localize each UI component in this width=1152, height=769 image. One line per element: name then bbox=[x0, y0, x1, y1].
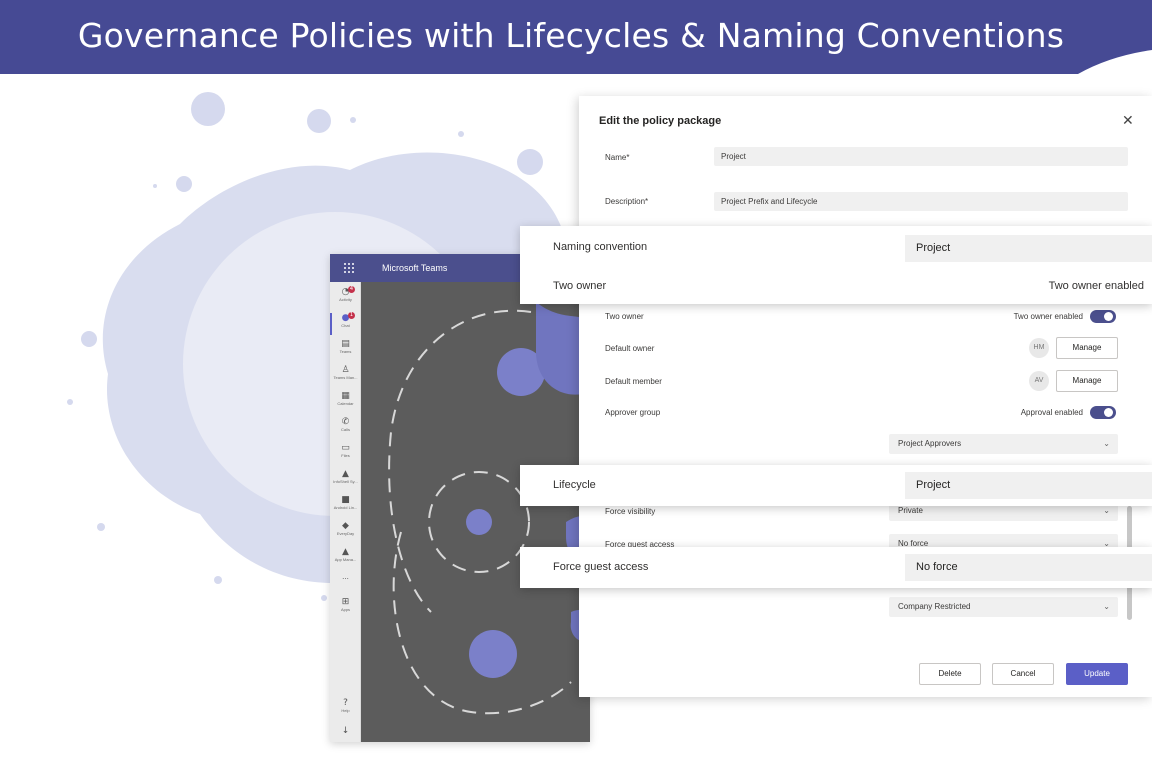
avatar: AV bbox=[1029, 371, 1049, 391]
manage-member-button[interactable]: Manage bbox=[1056, 370, 1118, 392]
two-owner-callout-label: Two owner bbox=[553, 280, 607, 292]
two-owner-label: Two owner bbox=[605, 312, 644, 321]
app-icon: ■ bbox=[341, 495, 350, 505]
rail-item-chat[interactable]: ● 1 Chat bbox=[330, 312, 361, 336]
teams-icon: ▤ bbox=[341, 339, 350, 349]
rail-label: Help bbox=[341, 708, 350, 713]
edit-policy-dialog: Edit the policy package ✕ Name* Project … bbox=[579, 96, 1152, 697]
force-guest-access-callout-value[interactable]: No force bbox=[905, 554, 1152, 581]
rail-label: App Mana... bbox=[334, 557, 357, 562]
description-label: Description* bbox=[605, 197, 649, 206]
app-icon: ◆ bbox=[342, 521, 349, 531]
rail-label: Teams Man... bbox=[333, 375, 358, 380]
rail-item-teams[interactable]: ▤ Teams bbox=[330, 338, 361, 362]
phone-icon: ✆ bbox=[341, 417, 350, 427]
calendar-icon: ▦ bbox=[341, 391, 350, 401]
approver-dropdown-value: Project Approvers bbox=[898, 439, 962, 448]
approval-toggle-label: Approval enabled bbox=[1020, 408, 1083, 417]
naming-convention-callout: Naming convention Project Two owner Two … bbox=[520, 226, 1152, 304]
two-owner-toggle[interactable] bbox=[1090, 310, 1116, 323]
rail-label: Apps bbox=[340, 607, 351, 612]
manage-owner-button[interactable]: Manage bbox=[1056, 337, 1118, 359]
chevron-down-icon: ⌄ bbox=[1103, 602, 1110, 611]
close-icon[interactable]: ✕ bbox=[1122, 113, 1134, 127]
name-label: Name* bbox=[605, 153, 630, 162]
approver-group-label: Approver group bbox=[605, 408, 661, 417]
rail-label: Calendar bbox=[337, 401, 354, 406]
cancel-button[interactable]: Cancel bbox=[992, 663, 1054, 685]
more-icon: ... bbox=[342, 572, 349, 581]
title-banner: Governance Policies with Lifecycles & Na… bbox=[0, 0, 1152, 74]
rail-label: EveryDay bbox=[336, 531, 355, 536]
file-icon: ▭ bbox=[341, 443, 350, 453]
dialog-title: Edit the policy package bbox=[599, 115, 722, 127]
update-button[interactable]: Update bbox=[1066, 663, 1128, 685]
slide: Governance Policies with Lifecycles & Na… bbox=[0, 0, 1152, 769]
two-owner-toggle-label: Two owner enabled bbox=[1013, 312, 1083, 321]
lifecycle-label: Lifecycle bbox=[553, 479, 596, 491]
chat-badge: 1 bbox=[348, 312, 355, 319]
rail-item-help[interactable]: ? Help bbox=[330, 697, 361, 721]
rail-label: Files bbox=[341, 453, 350, 458]
rail-label: Activity bbox=[339, 297, 352, 302]
teams-manager-icon: ♙ bbox=[341, 365, 350, 375]
rail-item-infoshell[interactable]: ▲ InfoShell Sy... bbox=[330, 468, 361, 492]
teams-content-area bbox=[361, 282, 590, 742]
download-button[interactable]: ↓ bbox=[330, 725, 361, 739]
name-field[interactable]: Project bbox=[714, 147, 1128, 166]
rail-item-files[interactable]: ▭ Files bbox=[330, 442, 361, 466]
rail-item-calendar[interactable]: ▦ Calendar bbox=[330, 390, 361, 414]
naming-convention-value[interactable]: Project bbox=[905, 235, 1152, 262]
download-icon: ↓ bbox=[341, 726, 350, 736]
rail-item-calls[interactable]: ✆ Calls bbox=[330, 416, 361, 440]
default-owner-label: Default owner bbox=[605, 344, 655, 353]
force-guest-access-callout: Force guest access No force bbox=[520, 547, 1152, 588]
banner-title: Governance Policies with Lifecycles & Na… bbox=[77, 16, 1065, 55]
teams-illustration bbox=[388, 302, 590, 715]
chevron-down-icon: ⌄ bbox=[1103, 439, 1110, 448]
force-visibility-label: Force visibility bbox=[605, 507, 656, 516]
rail-label: Chat bbox=[341, 323, 350, 328]
teams-app-rail: ◔ 4 Activity ● 1 Chat ▤ Teams ♙ Teams Ma… bbox=[330, 282, 361, 742]
force-visibility-value: Private bbox=[898, 506, 923, 515]
app-icon: ▲ bbox=[342, 547, 349, 557]
rail-label: InfoShell Sy... bbox=[333, 479, 358, 484]
rail-label: Teams bbox=[339, 349, 352, 354]
app-icon: ▲ bbox=[342, 469, 349, 479]
rail-label: Android Lin... bbox=[333, 505, 358, 510]
delete-button[interactable]: Delete bbox=[919, 663, 981, 685]
rail-item-teams-manager[interactable]: ♙ Teams Man... bbox=[330, 364, 361, 388]
force-guest-access-callout-label: Force guest access bbox=[553, 561, 649, 573]
default-member-label: Default member bbox=[605, 377, 662, 386]
rail-item-app-manager[interactable]: ▲ App Mana... bbox=[330, 546, 361, 570]
approval-toggle[interactable] bbox=[1090, 406, 1116, 419]
two-owner-callout-value: Two owner enabled bbox=[1048, 280, 1144, 292]
lifecycle-value[interactable]: Project bbox=[905, 472, 1152, 499]
avatar: HM bbox=[1029, 338, 1049, 358]
activity-badge: 4 bbox=[348, 286, 355, 293]
rail-more-button[interactable]: ... bbox=[330, 572, 361, 586]
help-icon: ? bbox=[343, 698, 348, 708]
rail-item-android[interactable]: ■ Android Lin... bbox=[330, 494, 361, 518]
approver-dropdown[interactable]: Project Approvers ⌄ bbox=[889, 434, 1118, 454]
sensitivity-value: Company Restricted bbox=[898, 602, 971, 611]
sensitivity-dropdown[interactable]: Company Restricted ⌄ bbox=[889, 597, 1118, 617]
description-field[interactable]: Project Prefix and Lifecycle bbox=[714, 192, 1128, 211]
app-launcher-icon[interactable] bbox=[343, 262, 355, 274]
naming-convention-label: Naming convention bbox=[553, 241, 648, 253]
rail-item-apps[interactable]: ⊞ Apps bbox=[330, 596, 361, 620]
lifecycle-callout: Lifecycle Project bbox=[520, 465, 1152, 506]
rail-label: Calls bbox=[341, 427, 350, 432]
rail-item-activity[interactable]: ◔ 4 Activity bbox=[330, 286, 361, 310]
apps-icon: ⊞ bbox=[341, 597, 350, 607]
rail-item-everyday[interactable]: ◆ EveryDay bbox=[330, 520, 361, 544]
teams-app-title: Microsoft Teams bbox=[382, 263, 448, 273]
